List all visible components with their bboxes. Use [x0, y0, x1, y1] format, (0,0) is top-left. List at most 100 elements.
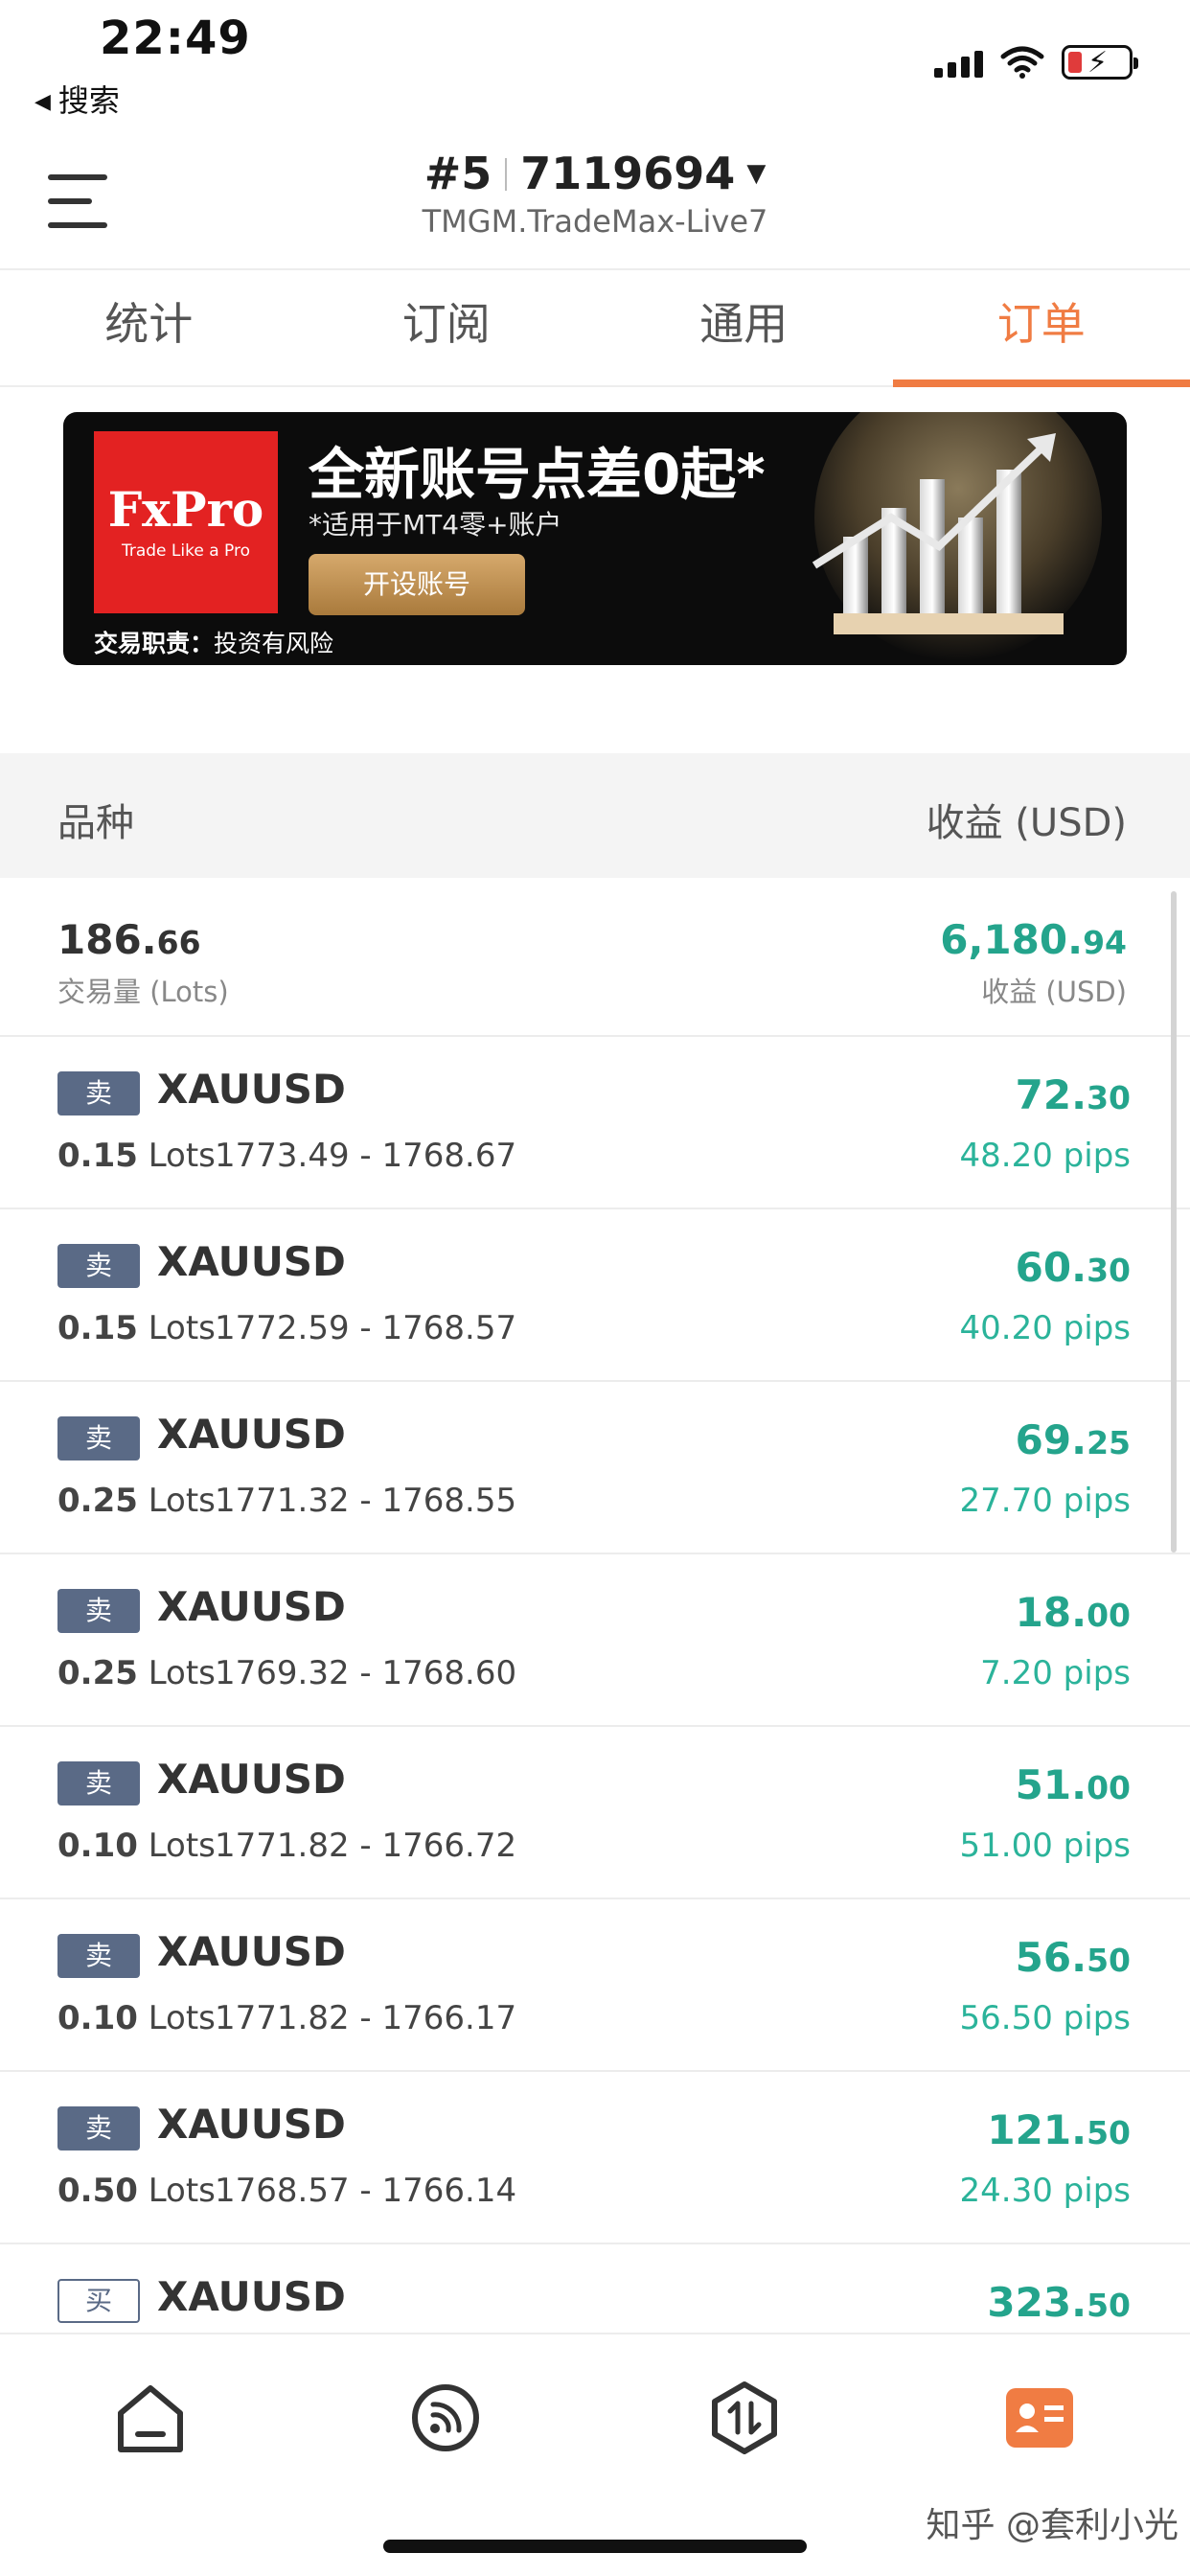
order-lots: 0.15 Lots — [57, 1309, 216, 1347]
order-row[interactable]: 卖 XAUUSD 0.50 Lots 1768.57 - 1766.14 121… — [0, 2072, 1190, 2244]
sell-badge: 卖 — [57, 1589, 140, 1633]
order-row[interactable]: 卖 XAUUSD 0.15 Lots 1772.59 - 1768.57 60.… — [0, 1209, 1190, 1382]
order-prices: 1771.32 - 1768.55 — [215, 1482, 517, 1520]
order-profit: 56.50 — [1015, 1934, 1131, 1981]
fxpro-logo: FxPro Trade Like a Pro — [94, 431, 278, 613]
order-pips: 51.00 pips — [959, 1827, 1131, 1865]
order-prices: 1769.32 - 1768.60 — [215, 1654, 517, 1692]
order-pips: 7.20 pips — [980, 1654, 1131, 1692]
tab-general[interactable]: 通用 — [595, 270, 893, 385]
order-row[interactable]: 卖 XAUUSD 0.25 Lots 1769.32 - 1768.60 18.… — [0, 1554, 1190, 1727]
tab-orders[interactable]: 订单 — [892, 270, 1190, 387]
wifi-icon — [1000, 46, 1044, 79]
back-to-search-link[interactable]: ◀ 搜索 — [34, 77, 120, 121]
watermark: 知乎 @套利小光 — [926, 2506, 1179, 2545]
app-header: #5 7119694 ▼ TMGM.TradeMax-Live7 — [0, 134, 1190, 270]
account-card-icon — [1006, 2388, 1073, 2448]
order-pips: 56.50 pips — [959, 1999, 1131, 2037]
sell-badge: 卖 — [57, 1071, 140, 1116]
order-profit: 121.50 — [987, 2106, 1131, 2153]
order-pips: 27.70 pips — [959, 1482, 1131, 1520]
order-symbol: XAUUSD — [157, 1756, 346, 1803]
screen: 22:49 ◀ 搜索 ⚡ #5 7119694 ▼ TMGM.TradeMax-… — [0, 0, 1190, 2576]
nav-home[interactable] — [107, 2375, 194, 2461]
chart-bars-illustration — [812, 412, 1102, 661]
order-row[interactable]: 卖 XAUUSD 0.25 Lots 1771.32 - 1768.55 69.… — [0, 1382, 1190, 1554]
status-icons: ⚡ — [934, 38, 1138, 86]
order-pips: 48.20 pips — [959, 1137, 1131, 1175]
order-lots: 0.15 Lots — [57, 1137, 216, 1175]
account-number: #5 — [423, 148, 492, 199]
order-symbol: XAUUSD — [157, 1238, 346, 1285]
home-icon — [118, 2385, 183, 2452]
order-prices: 1773.49 - 1768.67 — [215, 1137, 517, 1175]
sell-badge: 卖 — [57, 1244, 140, 1288]
back-triangle-icon: ◀ — [34, 90, 51, 114]
buy-badge: 买 — [57, 2279, 140, 2323]
banner-subline: *适用于MT4零+账户 — [309, 509, 562, 540]
total-volume-label: 交易量 (Lots) — [57, 976, 229, 1008]
list-scrollbar[interactable] — [1171, 891, 1177, 1552]
risk-label: 交易职责： — [94, 630, 215, 657]
tab-statistics[interactable]: 统计 — [0, 270, 298, 385]
nav-account[interactable] — [996, 2375, 1083, 2461]
banner-headline: 全新账号点差0起* — [309, 442, 766, 507]
order-pips: 40.20 pips — [959, 1309, 1131, 1347]
order-symbol: XAUUSD — [157, 2101, 346, 2148]
logo-brand: FxPro — [107, 481, 264, 538]
account-id: 7119694 — [520, 148, 736, 199]
dropdown-caret-icon: ▼ — [746, 159, 767, 188]
order-row[interactable]: 卖 XAUUSD 0.15 Lots 1773.49 - 1768.67 72.… — [0, 1037, 1190, 1209]
order-profit: 51.00 — [1015, 1761, 1131, 1808]
status-bar: 22:49 ◀ 搜索 ⚡ — [0, 0, 1190, 125]
sell-badge: 卖 — [57, 2106, 140, 2150]
cellular-signal-icon — [934, 47, 983, 78]
bottom-nav: 知乎 @套利小光 — [0, 2333, 1190, 2576]
home-indicator[interactable] — [383, 2540, 807, 2553]
order-prices: 1772.59 - 1768.57 — [215, 1309, 517, 1347]
trade-arrows-icon — [712, 2381, 777, 2454]
battery-charging-icon: ⚡ — [1062, 45, 1138, 80]
tab-subscribe[interactable]: 订阅 — [298, 270, 596, 385]
sell-badge: 卖 — [57, 1761, 140, 1806]
sell-badge: 卖 — [57, 1416, 140, 1460]
open-account-button[interactable]: 开设账号 — [309, 554, 525, 615]
total-profit: 6,180.94 — [940, 916, 1127, 963]
order-symbol: XAUUSD — [157, 1066, 346, 1113]
order-prices: 1771.82 - 1766.17 — [215, 1999, 517, 2037]
order-profit: 69.25 — [1015, 1416, 1131, 1463]
order-row[interactable]: 卖 XAUUSD 0.10 Lots 1771.82 - 1766.17 56.… — [0, 1899, 1190, 2072]
risk-disclaimer: 交易职责：投资有风险 — [94, 625, 333, 659]
server-name: TMGM.TradeMax-Live7 — [422, 203, 768, 240]
orders-summary: 186.66 交易量 (Lots) 6,180.94 收益 (USD) — [0, 878, 1190, 1037]
back-app-label: 搜索 — [57, 82, 120, 119]
tab-bar: 统计 订阅 通用 订单 — [0, 270, 1190, 387]
account-selector[interactable]: #5 7119694 ▼ TMGM.TradeMax-Live7 — [0, 148, 1190, 240]
order-profit: 60.30 — [1015, 1244, 1131, 1291]
order-prices: 1768.57 - 1766.14 — [215, 2172, 517, 2210]
column-profit: 收益 (USD) — [926, 801, 1127, 845]
signal-feed-icon — [412, 2384, 479, 2451]
nav-trade[interactable] — [701, 2375, 788, 2461]
order-lots: 0.10 Lots — [57, 1999, 216, 2037]
orders-table-header: 品种 收益 (USD) — [0, 753, 1190, 878]
order-symbol: XAUUSD — [157, 2273, 346, 2320]
nav-signals[interactable] — [402, 2375, 489, 2461]
logo-tagline: Trade Like a Pro — [121, 541, 251, 561]
order-lots: 0.25 Lots — [57, 1482, 216, 1520]
total-profit-label: 收益 (USD) — [981, 976, 1127, 1008]
order-prices: 1771.82 - 1766.72 — [215, 1827, 517, 1865]
promo-banner[interactable]: FxPro Trade Like a Pro 全新账号点差0起* *适用于MT4… — [63, 412, 1127, 665]
order-symbol: XAUUSD — [157, 1583, 346, 1630]
sell-badge: 卖 — [57, 1934, 140, 1978]
order-row[interactable]: 卖 XAUUSD 0.10 Lots 1771.82 - 1766.72 51.… — [0, 1727, 1190, 1899]
order-pips: 24.30 pips — [959, 2172, 1131, 2210]
order-profit: 323.50 — [987, 2279, 1131, 2326]
order-lots: 0.10 Lots — [57, 1827, 216, 1865]
order-lots: 0.50 Lots — [57, 2172, 216, 2210]
order-symbol: XAUUSD — [157, 1411, 346, 1458]
order-profit: 72.30 — [1015, 1071, 1131, 1118]
status-time: 22:49 — [100, 12, 251, 65]
orders-list: 卖 XAUUSD 0.15 Lots 1773.49 - 1768.67 72.… — [0, 1037, 1190, 2417]
total-volume: 186.66 — [57, 916, 201, 963]
